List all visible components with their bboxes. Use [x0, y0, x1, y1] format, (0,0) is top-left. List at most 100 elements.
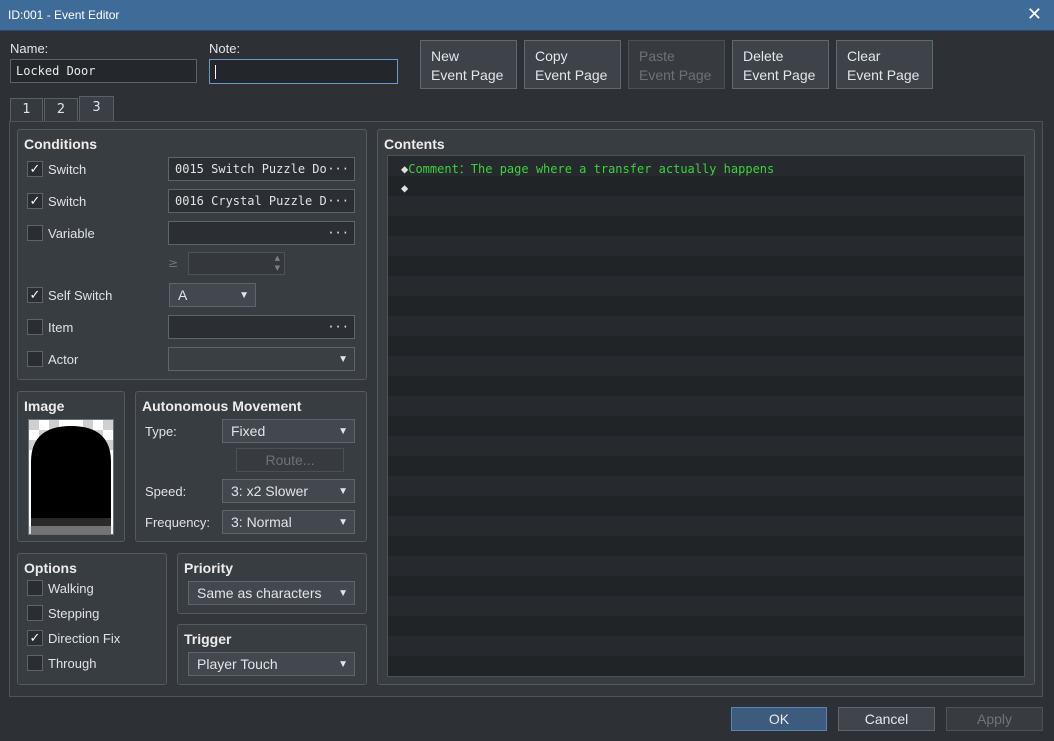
item-picker[interactable]: ···	[168, 315, 355, 339]
trigger-select[interactable]: Player Touch ▼	[188, 652, 355, 676]
self-switch-select[interactable]: A ▼	[169, 283, 256, 307]
copy-event-page-button[interactable]: Copy Event Page	[524, 40, 621, 89]
chevron-down-icon: ▼	[338, 426, 348, 437]
switch1-picker[interactable]: 0015 Switch Puzzle Do ···	[168, 157, 355, 181]
checkmark-icon: ✓	[29, 193, 41, 209]
self-switch-value: A	[178, 287, 188, 303]
event-commands-list[interactable]	[387, 155, 1025, 677]
button-line1: Clear	[847, 48, 881, 64]
list-row[interactable]	[388, 316, 1024, 336]
list-row[interactable]	[388, 376, 1024, 396]
clear-event-page-button[interactable]: Clear Event Page	[836, 40, 933, 89]
list-row[interactable]	[388, 396, 1024, 416]
chevron-down-icon: ▼	[338, 517, 348, 528]
self-switch-checkbox[interactable]: ✓	[27, 287, 43, 303]
paste-event-page-button[interactable]: Paste Event Page	[628, 40, 725, 89]
walking-checkbox[interactable]	[27, 580, 43, 596]
stepping-checkbox[interactable]	[27, 605, 43, 621]
actor-label: Actor	[48, 352, 79, 367]
list-row[interactable]	[388, 596, 1024, 616]
movement-speed-select[interactable]: 3: x2 Slower ▼	[222, 479, 355, 503]
list-row[interactable]	[388, 256, 1024, 276]
variable-picker[interactable]: ···	[168, 221, 355, 245]
name-label: Name:	[10, 41, 49, 56]
frequency-label: Frequency:	[145, 515, 211, 530]
list-row[interactable]	[388, 476, 1024, 496]
conditions-title: Conditions	[24, 136, 98, 152]
new-event-page-button[interactable]: New Event Page	[420, 40, 517, 89]
list-row[interactable]	[388, 436, 1024, 456]
name-field[interactable]: Locked Door	[10, 59, 197, 83]
list-row[interactable]	[388, 676, 1024, 677]
tab-page-1[interactable]: 1	[10, 98, 43, 122]
movement-type-value: Fixed	[231, 423, 266, 439]
variable-label: Variable	[48, 226, 95, 241]
direction-fix-checkbox[interactable]: ✓	[27, 630, 43, 646]
options-title: Options	[24, 560, 77, 576]
actor-checkbox[interactable]	[27, 351, 43, 367]
switch2-checkbox[interactable]: ✓	[27, 193, 43, 209]
list-row[interactable]	[388, 636, 1024, 656]
tab-page-3[interactable]: 3	[79, 96, 114, 122]
movement-frequency-select[interactable]: 3: Normal ▼	[222, 510, 355, 534]
list-row[interactable]	[388, 276, 1024, 296]
switch1-checkbox[interactable]: ✓	[27, 161, 43, 177]
ellipsis-icon: ···	[327, 320, 349, 334]
movement-frequency-value: 3: Normal	[231, 514, 292, 530]
spinner-arrows-icon[interactable]: ▲ ▼	[275, 253, 280, 273]
contents-title: Contents	[384, 136, 445, 152]
list-row[interactable]	[388, 356, 1024, 376]
variable-checkbox[interactable]	[27, 225, 43, 241]
checkmark-icon: ✓	[29, 161, 41, 177]
door-graphic	[29, 420, 113, 534]
self-switch-label: Self Switch	[48, 288, 113, 303]
chevron-down-icon: ▼	[338, 659, 348, 670]
tab-page-2[interactable]: 2	[44, 98, 78, 122]
list-row[interactable]	[388, 576, 1024, 596]
route-button[interactable]: Route...	[236, 448, 344, 472]
switch2-picker[interactable]: 0016 Crystal Puzzle D ···	[168, 189, 355, 213]
movement-type-select[interactable]: Fixed ▼	[222, 419, 355, 443]
item-checkbox[interactable]	[27, 319, 43, 335]
list-row[interactable]	[388, 176, 1024, 196]
delete-event-page-button[interactable]: Delete Event Page	[732, 40, 829, 89]
list-row[interactable]	[388, 536, 1024, 556]
list-row[interactable]	[388, 296, 1024, 316]
priority-select[interactable]: Same as characters ▼	[188, 581, 355, 605]
event-image-preview[interactable]	[28, 419, 114, 535]
close-icon[interactable]: ✕	[1027, 4, 1042, 25]
priority-value: Same as characters	[197, 585, 322, 601]
ellipsis-icon: ···	[327, 162, 349, 176]
list-row[interactable]	[388, 336, 1024, 356]
ok-button[interactable]: OK	[731, 707, 827, 731]
chevron-down-icon: ▼	[239, 290, 249, 301]
apply-button[interactable]: Apply	[946, 707, 1043, 731]
type-label: Type:	[145, 424, 177, 439]
button-line1: Paste	[639, 48, 675, 64]
button-line2: Event Page	[743, 67, 816, 83]
through-checkbox[interactable]	[27, 655, 43, 671]
chevron-down-icon: ▼	[338, 486, 348, 497]
command-line-1[interactable]: ◆Comment：The page where a transfer actua…	[401, 159, 774, 179]
list-row[interactable]	[388, 456, 1024, 476]
list-row[interactable]	[388, 656, 1024, 676]
actor-select[interactable]: ▼	[168, 347, 355, 371]
command-line-2[interactable]: ◆	[401, 178, 408, 198]
variable-value-spinner[interactable]: ▲ ▼	[188, 252, 285, 275]
checkmark-icon: ✓	[29, 287, 41, 303]
list-row[interactable]	[388, 556, 1024, 576]
image-title: Image	[24, 398, 65, 414]
walking-label: Walking	[48, 581, 94, 596]
list-row[interactable]	[388, 236, 1024, 256]
list-row[interactable]	[388, 616, 1024, 636]
list-row[interactable]	[388, 216, 1024, 236]
note-field[interactable]	[209, 59, 398, 84]
list-row[interactable]	[388, 196, 1024, 216]
list-row[interactable]	[388, 496, 1024, 516]
through-label: Through	[48, 656, 97, 671]
cancel-button[interactable]: Cancel	[838, 707, 935, 731]
list-row[interactable]	[388, 516, 1024, 536]
diamond-icon: ◆	[401, 181, 409, 195]
list-row[interactable]	[388, 416, 1024, 436]
button-line1: New	[431, 48, 460, 64]
